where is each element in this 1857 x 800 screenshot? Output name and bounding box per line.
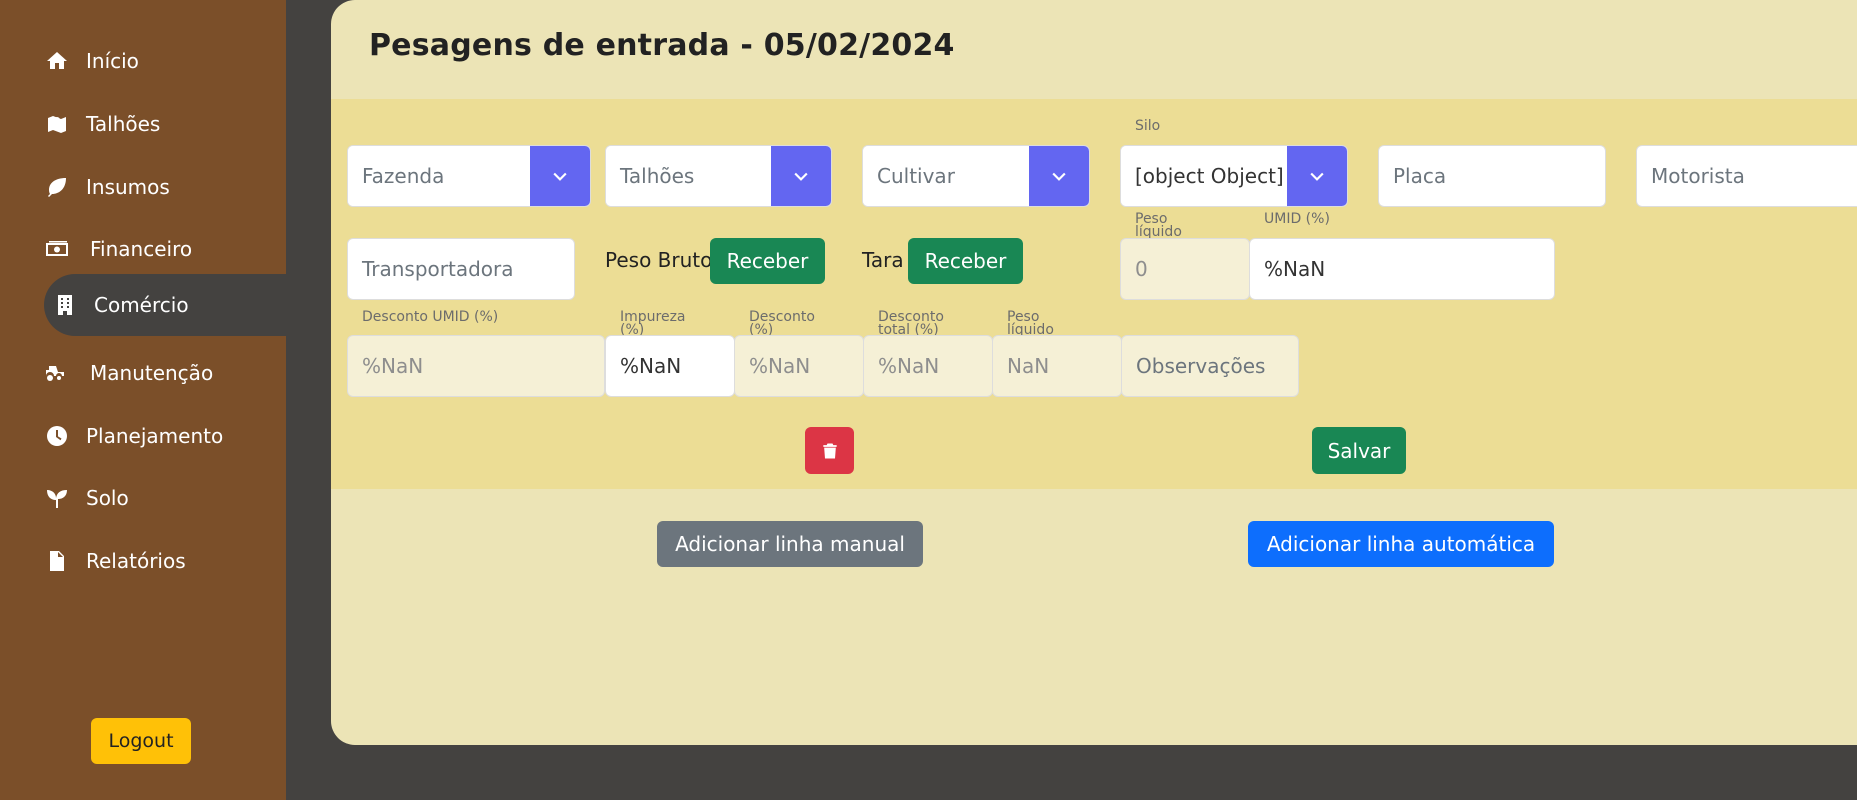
sidebar-item-label: Insumos (86, 175, 170, 199)
desconto-umid-field: %NaN (347, 335, 605, 397)
peso-liquido-final-label: Peso líquido (1007, 309, 1054, 338)
silo-label: Silo (1135, 118, 1161, 134)
desconto-total-label: Desconto total (%) (878, 309, 944, 338)
chevron-down-icon[interactable] (1287, 146, 1347, 206)
peso-liquido-label: Peso líquido (1135, 211, 1182, 240)
page-title: Pesagens de entrada - 05/02/2024 (369, 28, 955, 63)
talhoes-select-value: Talhões (606, 146, 771, 206)
silo-select-value: [object Object] (1121, 146, 1287, 206)
peso-liquido-field: 0 (1120, 238, 1250, 300)
sidebar-item-insumos[interactable]: Insumos (44, 156, 170, 218)
impureza-input[interactable]: %NaN (605, 335, 735, 397)
map-icon (44, 111, 70, 137)
sidebar-item-solo[interactable]: Solo (44, 467, 129, 529)
transportadora-input[interactable]: Transportadora (347, 238, 575, 300)
sidebar-item-manutencao[interactable]: Manutenção (44, 342, 213, 404)
cultivar-select-value: Cultivar (863, 146, 1029, 206)
tara-label: Tara (862, 248, 904, 272)
placa-placeholder: Placa (1393, 164, 1447, 188)
peso-liquido-value: 0 (1135, 257, 1148, 281)
observacoes-input[interactable]: Observações (1121, 335, 1299, 397)
desconto-value: %NaN (749, 354, 811, 378)
peso-liquido-final-value: NaN (1007, 354, 1050, 378)
fazenda-select[interactable]: Fazenda (347, 145, 591, 207)
chevron-down-icon[interactable] (1029, 146, 1089, 206)
sidebar-item-talhoes[interactable]: Talhões (44, 93, 160, 155)
impureza-value: %NaN (620, 354, 682, 378)
umid-input[interactable]: %NaN (1249, 238, 1555, 300)
trash-icon (820, 441, 840, 461)
sidebar-item-relatorios[interactable]: Relatórios (44, 530, 186, 592)
chevron-down-icon[interactable] (530, 146, 590, 206)
talhoes-select[interactable]: Talhões (605, 145, 832, 207)
chevron-down-icon[interactable] (771, 146, 831, 206)
sidebar-item-label: Início (86, 49, 139, 73)
logout-button[interactable]: Logout (91, 718, 191, 764)
main-panel: Pesagens de entrada - 05/02/2024 Fazenda… (331, 0, 1857, 745)
desconto-total-value: %NaN (878, 354, 940, 378)
sidebar-item-financeiro[interactable]: Financeiro (44, 218, 192, 280)
sidebar-item-comercio[interactable]: Comércio (44, 274, 286, 336)
umid-value: %NaN (1264, 257, 1326, 281)
delete-row-button[interactable] (805, 427, 854, 474)
sidebar-item-label: Planejamento (86, 424, 224, 448)
motorista-input[interactable]: Motorista (1636, 145, 1857, 207)
sidebar-item-inicio[interactable]: Início (44, 30, 139, 92)
desconto-umid-value: %NaN (362, 354, 424, 378)
sidebar-item-label: Comércio (94, 293, 189, 317)
receber-tara-button[interactable]: Receber (908, 238, 1023, 284)
sidebar-item-label: Relatórios (86, 549, 186, 573)
receber-peso-bruto-button[interactable]: Receber (710, 238, 825, 284)
desconto-total-field: %NaN (863, 335, 993, 397)
motorista-placeholder: Motorista (1651, 164, 1745, 188)
impureza-label: Impureza (%) (620, 309, 686, 338)
money-icon (44, 236, 70, 262)
desconto-field: %NaN (734, 335, 864, 397)
add-auto-row-button[interactable]: Adicionar linha automática (1248, 521, 1554, 567)
sidebar-item-label: Financeiro (90, 237, 193, 261)
cultivar-select[interactable]: Cultivar (862, 145, 1090, 207)
sidebar: Início Talhões Insumos Financeiro Comérc… (0, 0, 286, 800)
peso-bruto-label: Peso Bruto (605, 248, 713, 272)
home-icon (44, 48, 70, 74)
sidebar-item-label: Manutenção (90, 361, 214, 385)
umid-label: UMID (%) (1264, 211, 1330, 227)
tractor-icon (44, 360, 70, 386)
observacoes-placeholder: Observações (1136, 354, 1266, 378)
seedling-icon (44, 485, 70, 511)
file-icon (44, 548, 70, 574)
transportadora-placeholder: Transportadora (362, 257, 514, 281)
sidebar-item-label: Solo (86, 486, 129, 510)
fazenda-select-value: Fazenda (348, 146, 530, 206)
desconto-label: Desconto (%) (749, 309, 815, 338)
leaf-icon (44, 174, 70, 200)
sidebar-item-label: Talhões (86, 112, 161, 136)
salvar-button[interactable]: Salvar (1312, 427, 1406, 474)
silo-select[interactable]: [object Object] (1120, 145, 1348, 207)
clock-icon (44, 423, 70, 449)
building-icon (52, 292, 78, 318)
sidebar-item-planejamento[interactable]: Planejamento (44, 405, 223, 467)
desconto-umid-label: Desconto UMID (%) (362, 309, 499, 325)
placa-input[interactable]: Placa (1378, 145, 1606, 207)
add-manual-row-button[interactable]: Adicionar linha manual (657, 521, 923, 567)
peso-liquido-final-field: NaN (992, 335, 1122, 397)
